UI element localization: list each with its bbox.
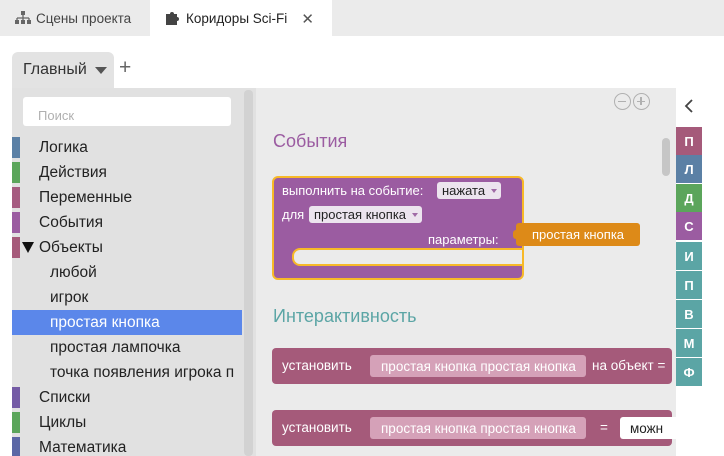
object-item-simple-lamp[interactable]: простая лампочка	[12, 335, 242, 360]
expand-triangle-icon[interactable]	[22, 242, 34, 253]
category-actions[interactable]: Действия	[12, 160, 242, 185]
category-swatch	[12, 137, 20, 158]
property-field[interactable]: простая кнопка простая кнопка	[370, 355, 586, 377]
event-block-label: выполнить на событие:	[282, 183, 424, 198]
set-label: установить	[282, 420, 352, 435]
hierarchy-icon	[14, 10, 32, 26]
object-item-any[interactable]: любой	[12, 260, 242, 285]
parameter-block[interactable]: простая кнопка	[513, 223, 640, 246]
toolbox-scrollbar[interactable]	[244, 90, 253, 456]
object-dropdown[interactable]: простая кнопка	[309, 206, 423, 223]
category-swatch	[12, 387, 20, 408]
object-item-label: простая кнопка	[50, 313, 160, 331]
dropdown-value: простая кнопка	[314, 207, 407, 222]
category-swatch	[12, 237, 20, 258]
event-block[interactable]: выполнить на событие: нажата для простая…	[272, 176, 524, 280]
category-label: Математика	[39, 438, 127, 456]
category-math[interactable]: Математика	[12, 435, 242, 456]
object-item-player[interactable]: игрок	[12, 285, 242, 310]
category-label: Объекты	[39, 238, 103, 256]
flyout-scrollbar[interactable]	[662, 138, 670, 176]
on-object-label: на объект =	[592, 358, 666, 373]
chevron-left-icon[interactable]	[684, 99, 694, 113]
parameter-label: простая кнопка	[532, 227, 625, 242]
toolbox-panel: Логика Действия Переменные События Объек…	[12, 88, 256, 456]
category-swatch	[12, 412, 20, 433]
params-label: параметры:	[428, 232, 499, 247]
right-tab-6[interactable]: П	[676, 271, 702, 299]
object-item-label: точка появления игрока п	[50, 363, 235, 381]
zoom-in-icon[interactable]	[633, 93, 650, 110]
blocks-flyout: События выполнить на событие: нажата для…	[256, 88, 676, 456]
category-swatch	[12, 212, 20, 233]
category-label: Переменные	[39, 188, 133, 206]
object-item-label: игрок	[50, 288, 89, 306]
category-label: Логика	[39, 138, 88, 156]
right-tab-1[interactable]: П	[676, 127, 702, 155]
zoom-controls	[614, 93, 650, 110]
equals-label: =	[600, 420, 608, 435]
right-tab-2[interactable]: Л	[676, 155, 702, 183]
workspace-tabs-row: Главный +	[0, 36, 724, 88]
workspace-tab-main[interactable]: Главный	[12, 52, 114, 88]
set-value-block[interactable]: установить простая кнопка простая кнопка…	[272, 410, 676, 446]
zoom-out-icon[interactable]	[614, 93, 631, 110]
search-input[interactable]	[23, 97, 231, 126]
category-variables[interactable]: Переменные	[12, 185, 242, 210]
value-label: можн	[630, 420, 664, 436]
right-tab-8[interactable]: М	[676, 329, 702, 357]
section-title-interactivity: Интерактивность	[273, 306, 417, 326]
category-swatch	[12, 437, 20, 456]
puzzle-icon	[164, 10, 182, 26]
category-label: Действия	[39, 163, 107, 181]
right-tab-3[interactable]: Д	[676, 184, 702, 212]
right-tab-7[interactable]: В	[676, 300, 702, 328]
tab-label: Сцены проекта	[36, 10, 132, 26]
right-tab-4[interactable]: С	[676, 212, 702, 240]
tab-scifi-corridors[interactable]: Коридоры Sci-Fi ✕	[150, 0, 332, 36]
section-title-events: События	[273, 131, 348, 151]
event-block-statement-slot	[292, 248, 522, 266]
property-label: простая кнопка простая кнопка	[381, 420, 576, 436]
category-events[interactable]: События	[12, 210, 242, 235]
for-label: для	[282, 207, 305, 222]
tab-label: Коридоры Sci-Fi	[186, 10, 288, 26]
set-label: установить	[282, 358, 352, 373]
chevron-down-icon	[491, 188, 498, 193]
category-loops[interactable]: Циклы	[12, 410, 242, 435]
tab-project-scenes[interactable]: Сцены проекта	[10, 0, 135, 36]
object-item-player-spawn[interactable]: точка появления игрока п	[12, 360, 242, 385]
property-field[interactable]: простая кнопка простая кнопка	[370, 417, 586, 439]
right-tab-9[interactable]: Ф	[676, 358, 702, 386]
category-logic[interactable]: Логика	[12, 135, 242, 160]
right-tab-5[interactable]: И	[676, 242, 702, 270]
tab-bar: Сцены проекта Коридоры Sci-Fi ✕	[0, 0, 724, 36]
value-field[interactable]: можн	[620, 417, 676, 439]
category-swatch	[12, 187, 20, 208]
category-swatch	[12, 162, 20, 183]
set-property-block[interactable]: установить простая кнопка простая кнопка…	[272, 348, 672, 384]
category-label: Списки	[39, 388, 91, 406]
object-item-simple-button[interactable]: простая кнопка	[12, 310, 242, 335]
category-label: События	[39, 213, 103, 231]
event-type-dropdown[interactable]: нажата	[437, 182, 502, 199]
dropdown-value: нажата	[442, 183, 486, 198]
chevron-down-icon	[412, 212, 419, 217]
chevron-down-icon[interactable]	[94, 66, 107, 74]
object-item-label: простая лампочка	[50, 338, 181, 356]
category-lists[interactable]: Списки	[12, 385, 242, 410]
close-icon[interactable]: ✕	[301, 10, 314, 28]
add-tab-button[interactable]: +	[119, 57, 131, 79]
property-label: простая кнопка простая кнопка	[381, 358, 576, 374]
object-item-label: любой	[50, 263, 97, 281]
category-label: Циклы	[39, 413, 87, 431]
workspace-tab-label: Главный	[23, 61, 87, 78]
category-objects[interactable]: Объекты	[12, 235, 242, 260]
